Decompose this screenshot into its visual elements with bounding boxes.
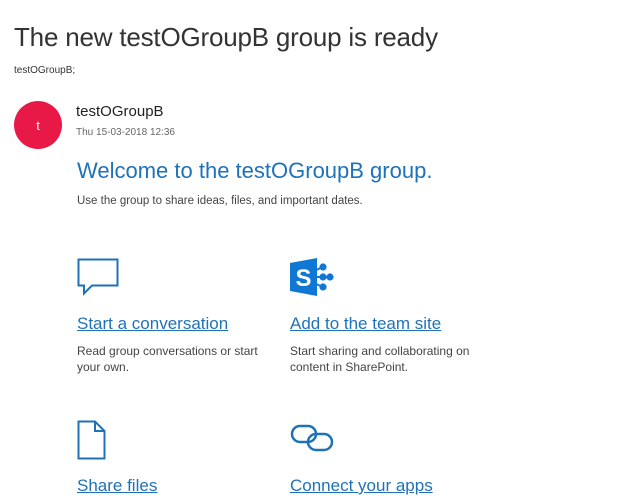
- link-icon[interactable]: [290, 420, 336, 461]
- recipient-line: testOGroupB;: [14, 65, 76, 76]
- chat-bubble-icon[interactable]: [77, 258, 119, 301]
- svg-text:S: S: [295, 265, 311, 292]
- connect-apps-link[interactable]: Connect your apps: [290, 476, 433, 496]
- sender-avatar[interactable]: t: [14, 101, 62, 149]
- sender-name[interactable]: testOGroupB: [76, 103, 164, 120]
- welcome-title: Welcome to the testOGroupB group.: [77, 158, 433, 183]
- welcome-description: Use the group to share ideas, files, and…: [77, 195, 363, 207]
- team-site-description: Start sharing and collaborating on conte…: [290, 344, 470, 374]
- team-site-link[interactable]: Add to the team site: [290, 314, 441, 334]
- avatar-initial: t: [36, 117, 40, 133]
- start-conversation-description: Read group conversations or start your o…: [77, 344, 258, 374]
- sharepoint-icon[interactable]: S: [290, 258, 334, 303]
- start-conversation-link[interactable]: Start a conversation: [77, 314, 228, 334]
- email-subject: The new testOGroupB group is ready: [14, 22, 438, 52]
- document-icon[interactable]: [77, 420, 107, 465]
- share-files-link[interactable]: Share files: [77, 476, 157, 496]
- sent-date: Thu 15-03-2018 12:36: [76, 127, 175, 138]
